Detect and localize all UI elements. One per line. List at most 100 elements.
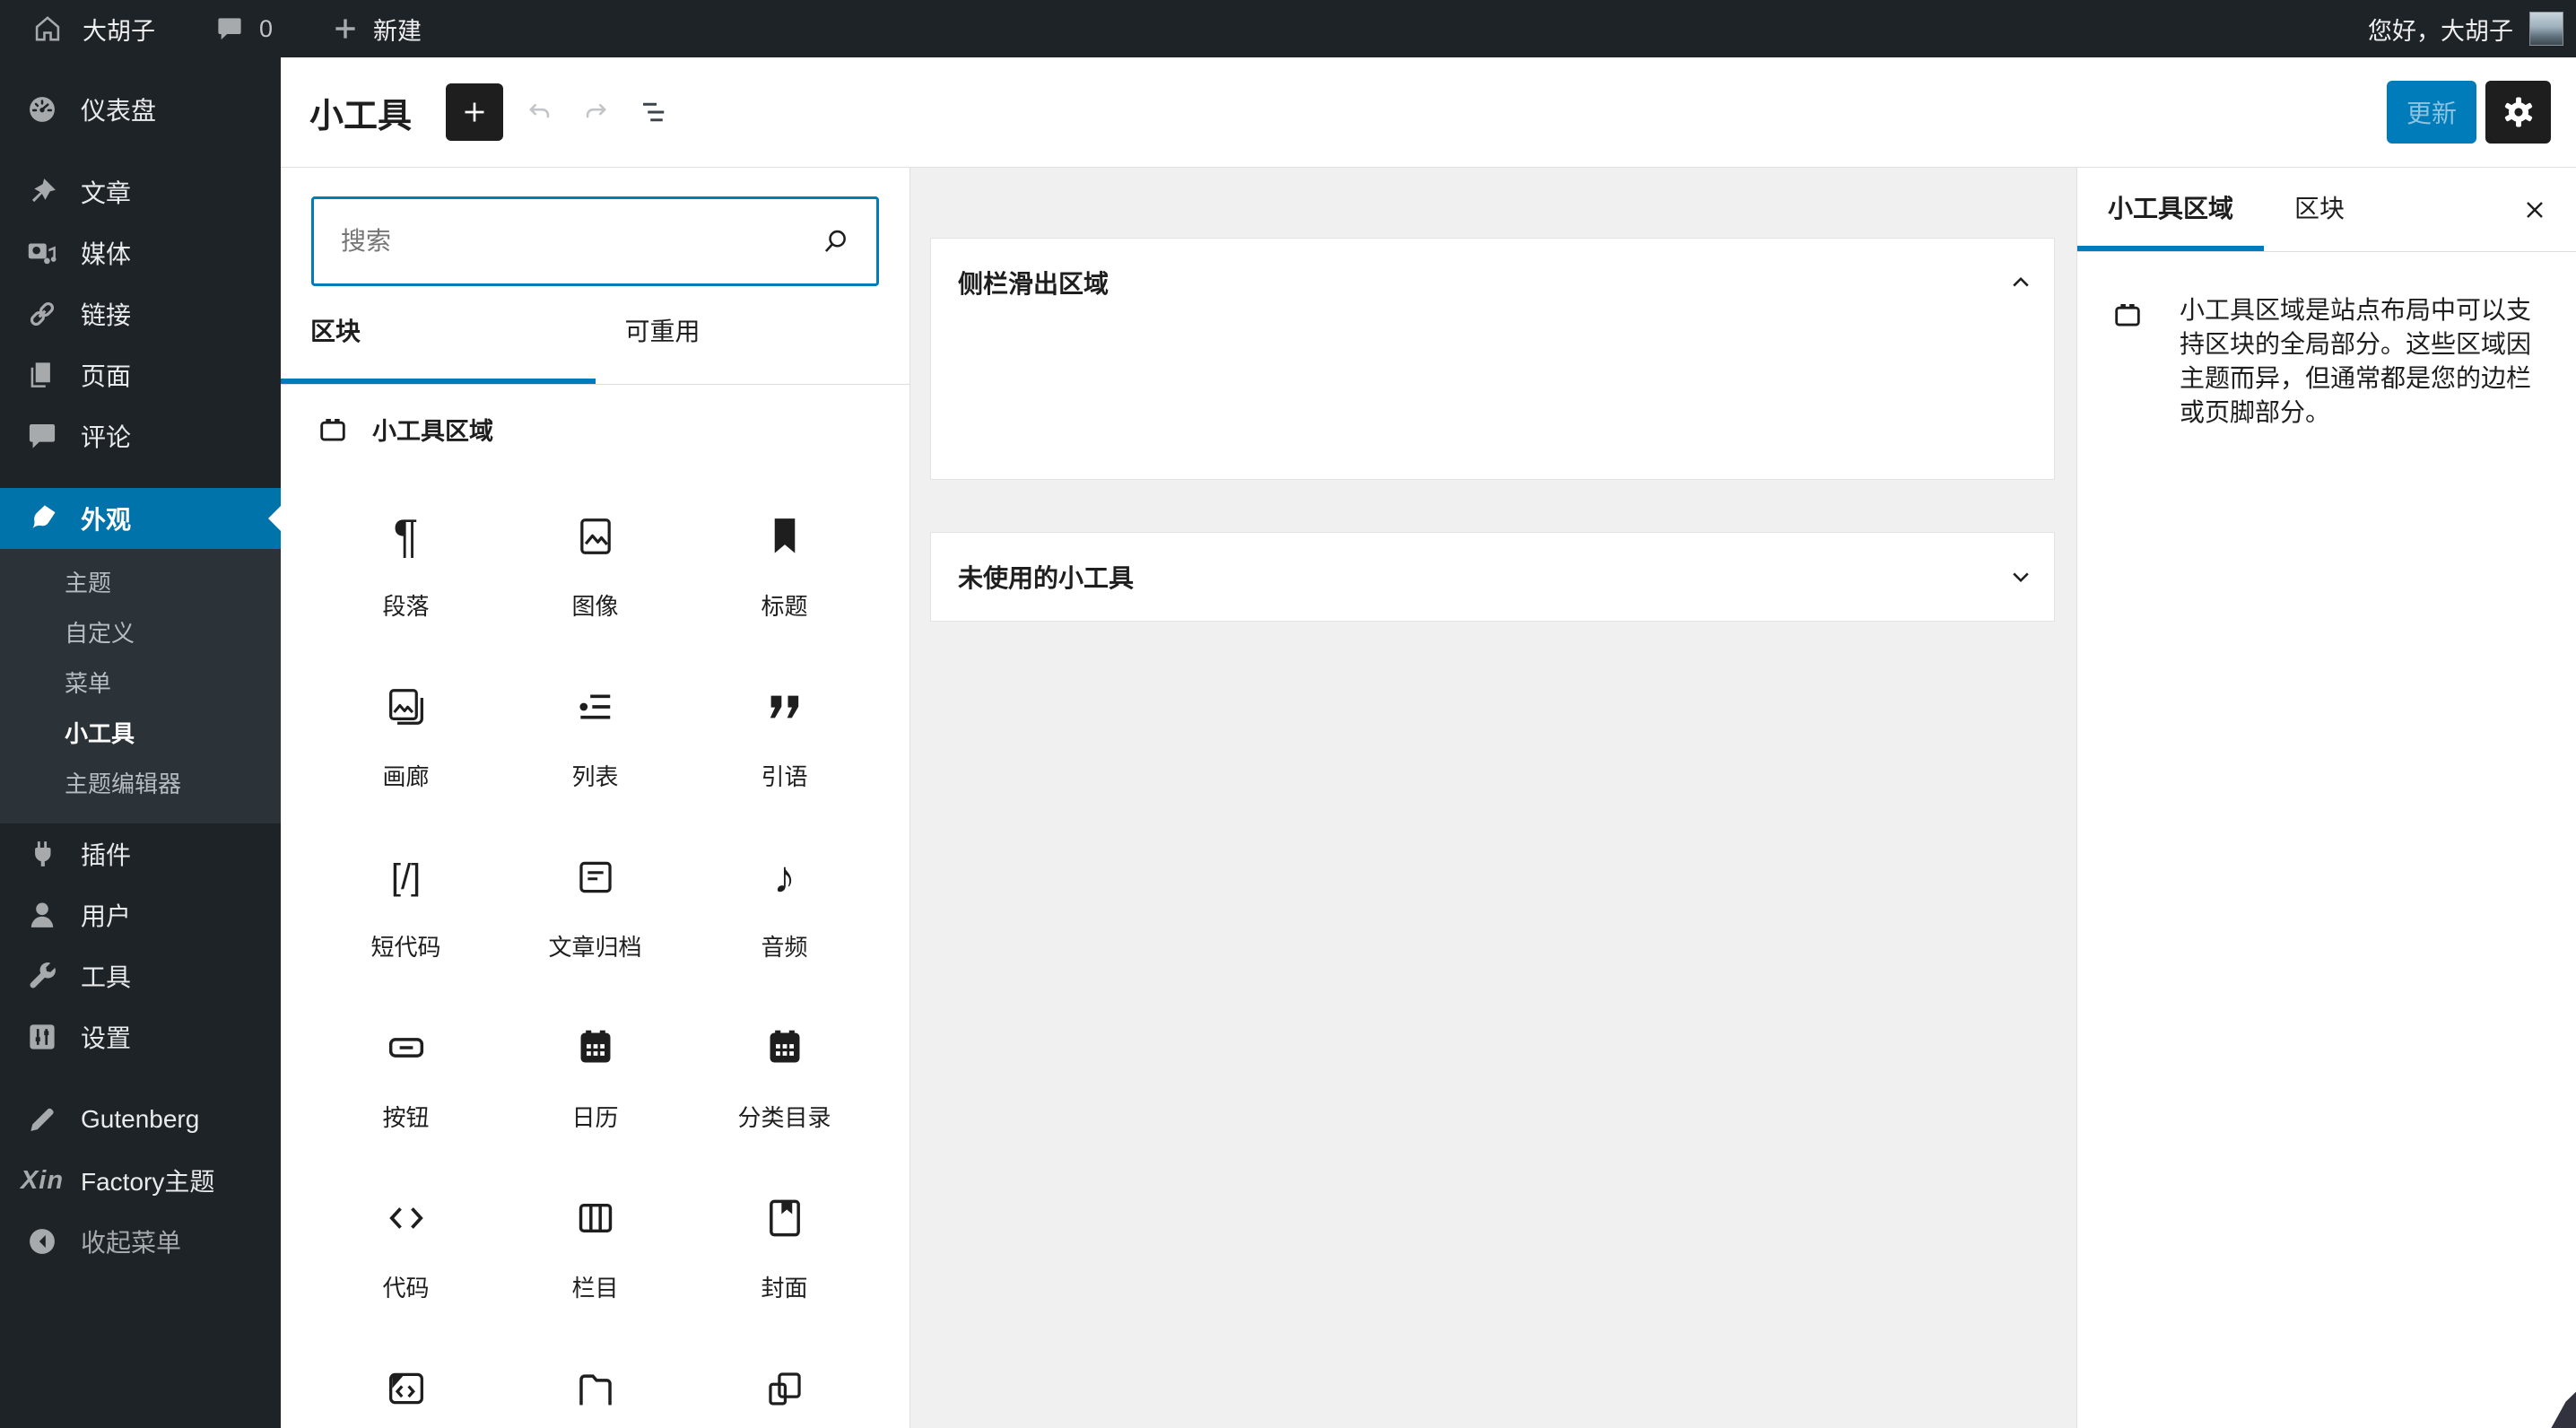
block-type-item[interactable]: ¶ 段落 (311, 509, 500, 680)
plugin-icon (25, 837, 59, 871)
admin-bar-comments[interactable]: 0 (214, 13, 273, 44)
block-type-item[interactable]: 按钮 (311, 1021, 500, 1191)
admin-bar-site[interactable]: 大胡子 (32, 12, 155, 47)
redo-button[interactable] (575, 91, 618, 134)
update-button[interactable]: 更新 (2387, 81, 2476, 144)
gallery-icon (383, 680, 430, 734)
pencil-icon (25, 1102, 59, 1136)
editor-header: 小工具 更新 (281, 57, 2576, 168)
sidebar-item-tools[interactable]: 工具 (0, 945, 281, 1006)
widgets-canvas: 侧栏滑出区域 未使用的小工具 (910, 168, 2076, 1428)
block-type-item[interactable]: 标题 (690, 509, 879, 680)
sidebar-item-dashboard[interactable]: 仪表盘 (0, 79, 281, 140)
sidebar-item-posts[interactable]: 文章 (0, 161, 281, 222)
sidebar-item-collapse-menu[interactable]: 收起菜单 (0, 1211, 281, 1272)
plus-icon (330, 13, 361, 44)
sidebar-item-label: 文章 (81, 179, 132, 207)
block-type-item[interactable]: [/] 短代码 (311, 850, 500, 1021)
submenu-item[interactable]: 自定义 (0, 606, 281, 657)
search-icon (819, 224, 853, 258)
xin-icon: Xin (20, 1165, 65, 1195)
block-type-item[interactable] (311, 1362, 500, 1428)
block-type-label: 段落 (382, 593, 430, 620)
sidebar-item-label: 用户 (81, 902, 132, 930)
block-type-label: 标题 (761, 593, 808, 620)
block-type-item[interactable]: 分类目录 (690, 1021, 879, 1191)
block-inserter-panel: 区块可重用 小工具区域 ¶ 段落 图像 标题画廊 列表 引语 [/] 短代码 文章归档 ♪ 音频按钮… (281, 168, 910, 1428)
admin-bar: 大胡子 0 新建 您好，大胡子 (0, 0, 2576, 57)
block-type-label: 图像 (571, 593, 619, 620)
comment-bubble-icon (214, 13, 245, 44)
block-type-label: 文章归档 (548, 934, 642, 961)
block-type-label: 分类目录 (737, 1104, 831, 1131)
block-type-item[interactable]: 引语 (690, 680, 879, 850)
sidebar-item-links[interactable]: 链接 (0, 283, 281, 344)
block-type-item[interactable]: 图像 (500, 509, 690, 680)
columns-icon (572, 1191, 619, 1245)
section-title: 小工具区域 (372, 418, 493, 445)
sidebar-item-label: 插件 (81, 841, 132, 869)
sidebar-item-factory-theme[interactable]: Xin Factory主题 (0, 1150, 281, 1211)
avatar (2529, 12, 2563, 46)
sidebar-item-label: 仪表盘 (81, 97, 157, 125)
block-inserter-toggle-button[interactable] (446, 83, 504, 141)
admin-sidebar: 仪表盘文章媒体链接页面评论外观主题 自定义 菜单 小工具 主题编辑器插件用户工具设置 Gu… (0, 57, 281, 1428)
sidebar-item-settings[interactable]: 设置 (0, 1006, 281, 1067)
sidebar-item-media[interactable]: 媒体 (0, 222, 281, 283)
admin-bar-right[interactable]: 您好，大胡子 (2368, 12, 2576, 47)
list-view-button[interactable] (632, 91, 675, 134)
sidebar-item-plugins[interactable]: 插件 (0, 823, 281, 884)
block-type-item[interactable] (500, 1362, 690, 1428)
sidebar-item-appearance[interactable]: 外观 (0, 488, 281, 549)
block-type-item[interactable] (690, 1362, 879, 1428)
sidebar-item-label: 设置 (81, 1024, 132, 1052)
dashboard-icon (25, 92, 59, 126)
submenu-item[interactable]: 主题编辑器 (0, 757, 281, 807)
widget-area-panel-header[interactable]: 侧栏滑出区域 (931, 239, 2054, 327)
close-settings-button[interactable] (2508, 168, 2562, 251)
block-type-item[interactable]: 封面 (690, 1191, 879, 1362)
block-type-item[interactable]: 画廊 (311, 680, 500, 850)
blocks-grid: ¶ 段落 图像 标题画廊 列表 引语 [/] 短代码 文章归档 ♪ 音频按钮 日历 分类目录代码 栏目 封面 (281, 447, 909, 1428)
sidebar-item-comments[interactable]: 评论 (0, 405, 281, 466)
block-type-item[interactable]: 列表 (500, 680, 690, 850)
settings-toggle-button[interactable] (2485, 81, 2551, 144)
admin-bar-left: 大胡子 0 新建 (0, 12, 422, 47)
widget-areas-section-header: 小工具区域 (281, 385, 909, 447)
search-input[interactable] (341, 227, 819, 256)
settings-tab-block[interactable]: 区块 (2264, 168, 2375, 251)
site-name: 大胡子 (83, 17, 155, 45)
settings-tabs: 小工具区域 区块 (2077, 168, 2576, 252)
block-type-item[interactable]: 文章归档 (500, 850, 690, 1021)
paragraph-icon: ¶ (393, 510, 419, 562)
inserter-tab-reusable[interactable]: 可重用 (596, 286, 910, 384)
sliders-icon (25, 1020, 59, 1054)
settings-tab-widget-areas[interactable]: 小工具区域 (2077, 168, 2265, 251)
audio-icon: ♪ (773, 852, 796, 902)
sidebar-item-pages[interactable]: 页面 (0, 344, 281, 405)
page-title: 小工具 (309, 97, 413, 135)
block-type-item[interactable]: 代码 (311, 1191, 500, 1362)
sidebar-item-label: 链接 (81, 301, 132, 329)
comment-icon (25, 419, 59, 453)
archives-icon (572, 850, 619, 904)
admin-bar-new[interactable]: 新建 (330, 12, 422, 47)
undo-button[interactable] (518, 91, 561, 134)
block-type-item[interactable]: ♪ 音频 (690, 850, 879, 1021)
block-type-item[interactable]: 日历 (500, 1021, 690, 1191)
shortcode-icon: [/] (390, 858, 422, 897)
block-type-item[interactable]: 栏目 (500, 1191, 690, 1362)
sidebar-item-label: 页面 (81, 362, 132, 390)
sidebar-item-label: 工具 (81, 963, 132, 991)
submenu-item[interactable]: 主题 (0, 556, 281, 606)
sidebar-item-gutenberg[interactable]: Gutenberg (0, 1089, 281, 1150)
file-icon (572, 1362, 619, 1415)
heading-icon (761, 509, 808, 563)
sidebar-item-users[interactable]: 用户 (0, 884, 281, 945)
inserter-tab-blocks[interactable]: 区块 (281, 286, 596, 384)
sidebar-item-label: Gutenberg (81, 1105, 200, 1133)
description-text: 小工具区域是站点布局中可以支持区块的全局部分。这些区域因主题而异，但通常都是您的… (2180, 296, 2532, 426)
widget-area-panel-header[interactable]: 未使用的小工具 (931, 533, 2054, 621)
submenu-item[interactable]: 菜单 (0, 657, 281, 707)
submenu-item[interactable]: 小工具 (0, 707, 281, 757)
